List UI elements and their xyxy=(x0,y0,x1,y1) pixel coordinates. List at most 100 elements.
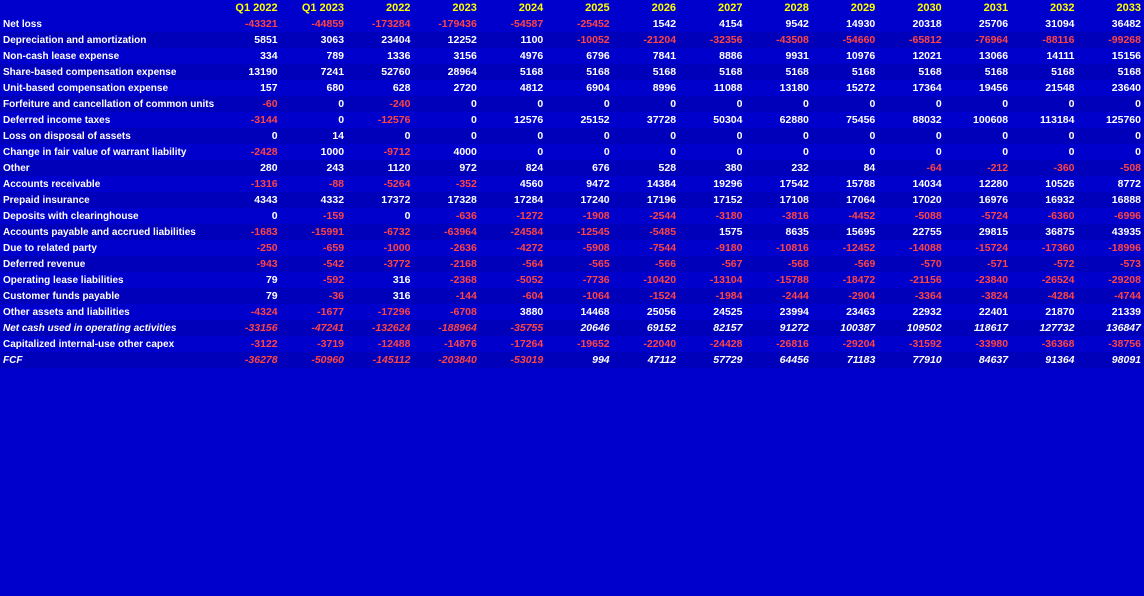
table-row: Deferred revenue-943-542-3772-2168-564-5… xyxy=(0,256,1144,272)
col-header-2025: 2025 xyxy=(546,0,612,16)
cell-value: 0 xyxy=(812,144,878,160)
cell-value: -5052 xyxy=(480,272,546,288)
cell-value: -173284 xyxy=(347,16,413,32)
cell-value: 23463 xyxy=(812,304,878,320)
cell-value: -212 xyxy=(945,160,1011,176)
cell-value: 25706 xyxy=(945,16,1011,32)
cell-value: 0 xyxy=(413,128,479,144)
row-label: Loss on disposal of assets xyxy=(0,128,214,144)
col-header-2032: 2032 xyxy=(1011,0,1077,16)
cell-value: -38756 xyxy=(1078,336,1144,352)
cell-value: -1272 xyxy=(480,208,546,224)
cell-value: 157 xyxy=(214,80,280,96)
row-label: Forfeiture and cancellation of common un… xyxy=(0,96,214,112)
cell-value: 28964 xyxy=(413,64,479,80)
cell-value: 0 xyxy=(546,128,612,144)
cell-value: -36 xyxy=(281,288,347,304)
cell-value: -50960 xyxy=(281,352,347,368)
cell-value: 20646 xyxy=(546,320,612,336)
cell-value: 22401 xyxy=(945,304,1011,320)
cell-value: 0 xyxy=(878,96,944,112)
cell-value: 0 xyxy=(1078,144,1144,160)
cell-value: 17020 xyxy=(878,192,944,208)
cell-value: -592 xyxy=(281,272,347,288)
col-header-2029: 2029 xyxy=(812,0,878,16)
row-label: Net loss xyxy=(0,16,214,32)
cell-value: 125760 xyxy=(1078,112,1144,128)
cell-value: 0 xyxy=(1011,96,1077,112)
cell-value: 1000 xyxy=(281,144,347,160)
cell-value: 0 xyxy=(613,144,679,160)
cell-value: -5088 xyxy=(878,208,944,224)
cell-value: -26524 xyxy=(1011,272,1077,288)
cell-value: -2444 xyxy=(745,288,811,304)
cell-value: -65812 xyxy=(878,32,944,48)
cell-value: 316 xyxy=(347,288,413,304)
cell-value: -33980 xyxy=(945,336,1011,352)
cell-value: 8886 xyxy=(679,48,745,64)
cell-value: -44859 xyxy=(281,16,347,32)
cell-value: -99268 xyxy=(1078,32,1144,48)
row-label: Operating lease liabilities xyxy=(0,272,214,288)
cell-value: 5168 xyxy=(679,64,745,80)
cell-value: 243 xyxy=(281,160,347,176)
cell-value: 17152 xyxy=(679,192,745,208)
table-row: Prepaid insurance43434332173721732817284… xyxy=(0,192,1144,208)
cell-value: -21156 xyxy=(878,272,944,288)
cell-value: 2720 xyxy=(413,80,479,96)
cell-value: -88116 xyxy=(1011,32,1077,48)
cell-value: -36368 xyxy=(1011,336,1077,352)
cell-value: -3180 xyxy=(679,208,745,224)
cell-value: -542 xyxy=(281,256,347,272)
cell-value: -15788 xyxy=(745,272,811,288)
cell-value: 5168 xyxy=(613,64,679,80)
cell-value: 4812 xyxy=(480,80,546,96)
cell-value: -18472 xyxy=(812,272,878,288)
cell-value: 22932 xyxy=(878,304,944,320)
cell-value: -7544 xyxy=(613,240,679,256)
cell-value: 14468 xyxy=(546,304,612,320)
table-row: Other assets and liabilities-4324-1677-1… xyxy=(0,304,1144,320)
cell-value: -3719 xyxy=(281,336,347,352)
cell-value: 10976 xyxy=(812,48,878,64)
cell-value: -10816 xyxy=(745,240,811,256)
cell-value: -5264 xyxy=(347,176,413,192)
cell-value: 5168 xyxy=(812,64,878,80)
cell-value: 13180 xyxy=(745,80,811,96)
cell-value: 9542 xyxy=(745,16,811,32)
cell-value: 0 xyxy=(945,128,1011,144)
cell-value: 69152 xyxy=(613,320,679,336)
cell-value: 0 xyxy=(214,208,280,224)
cell-value: 0 xyxy=(1011,128,1077,144)
table-row: Accounts payable and accrued liabilities… xyxy=(0,224,1144,240)
cell-value: -570 xyxy=(878,256,944,272)
cell-value: 789 xyxy=(281,48,347,64)
cell-value: 17108 xyxy=(745,192,811,208)
cell-value: 17328 xyxy=(413,192,479,208)
cell-value: 0 xyxy=(679,144,745,160)
table-row: Net loss-43321-44859-173284-179436-54587… xyxy=(0,16,1144,32)
cell-value: 0 xyxy=(745,128,811,144)
col-header-2033: 2033 xyxy=(1078,0,1144,16)
cell-value: 62880 xyxy=(745,112,811,128)
cell-value: 5168 xyxy=(878,64,944,80)
cell-value: -4284 xyxy=(1011,288,1077,304)
cell-value: 9931 xyxy=(745,48,811,64)
cell-value: 109502 xyxy=(878,320,944,336)
cell-value: 21548 xyxy=(1011,80,1077,96)
cell-value: -47241 xyxy=(281,320,347,336)
cell-value: -571 xyxy=(945,256,1011,272)
cell-value: 10526 xyxy=(1011,176,1077,192)
cell-value: -2636 xyxy=(413,240,479,256)
cell-value: -572 xyxy=(1011,256,1077,272)
cell-value: 17196 xyxy=(613,192,679,208)
cell-value: -18996 xyxy=(1078,240,1144,256)
cell-value: 31094 xyxy=(1011,16,1077,32)
row-label: Unit-based compensation expense xyxy=(0,80,214,96)
cell-value: -23840 xyxy=(945,272,1011,288)
col-header-2028: 2028 xyxy=(745,0,811,16)
row-label: Capitalized internal-use other capex xyxy=(0,336,214,352)
cell-value: -12576 xyxy=(347,112,413,128)
col-header-2023: 2023 xyxy=(413,0,479,16)
cell-value: -19652 xyxy=(546,336,612,352)
